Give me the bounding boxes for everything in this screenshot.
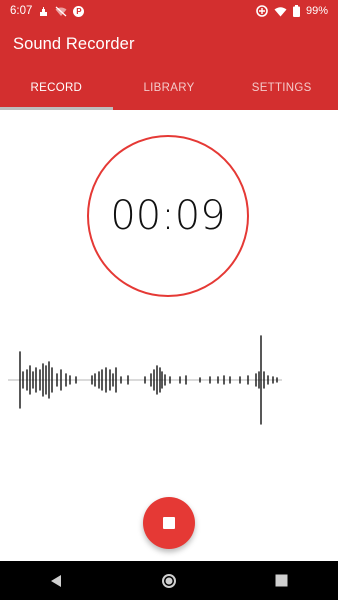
tab-indicator [0, 107, 113, 110]
navigation-bar [0, 561, 338, 600]
tab-record-label: RECORD [30, 82, 83, 94]
back-button[interactable] [36, 561, 76, 600]
p-app-icon: P [73, 5, 85, 17]
tab-bar: RECORD LIBRARY SETTINGS [0, 66, 338, 110]
status-bar-left: 6:07 P [10, 5, 85, 17]
wifi-off-icon [55, 6, 67, 17]
status-bar-right: 99% [256, 5, 328, 17]
recents-icon [275, 574, 288, 587]
data-saver-icon [256, 5, 268, 17]
timer-ring: 00:09 [87, 135, 249, 297]
tab-settings[interactable]: SETTINGS [225, 66, 338, 110]
tab-library[interactable]: LIBRARY [113, 66, 226, 110]
home-button[interactable] [149, 561, 189, 600]
tab-library-label: LIBRARY [143, 82, 195, 94]
audio-waveform [8, 335, 282, 425]
app-bar: Sound Recorder [0, 22, 338, 66]
stop-recording-button[interactable] [143, 497, 195, 549]
stop-icon [163, 517, 175, 529]
status-bar: 6:07 P 99% [0, 0, 338, 22]
tab-record[interactable]: RECORD [0, 66, 113, 110]
recents-button[interactable] [262, 561, 302, 600]
app-title: Sound Recorder [13, 34, 135, 53]
home-icon [161, 573, 176, 588]
back-icon [51, 574, 62, 587]
status-time: 6:07 [10, 5, 33, 17]
battery-percent: 99% [305, 5, 328, 17]
wifi-icon [274, 6, 287, 17]
usb-debug-icon [38, 6, 49, 17]
battery-icon [292, 5, 300, 17]
elapsed-time: 00:09 [110, 193, 226, 239]
tab-settings-label: SETTINGS [251, 82, 312, 94]
